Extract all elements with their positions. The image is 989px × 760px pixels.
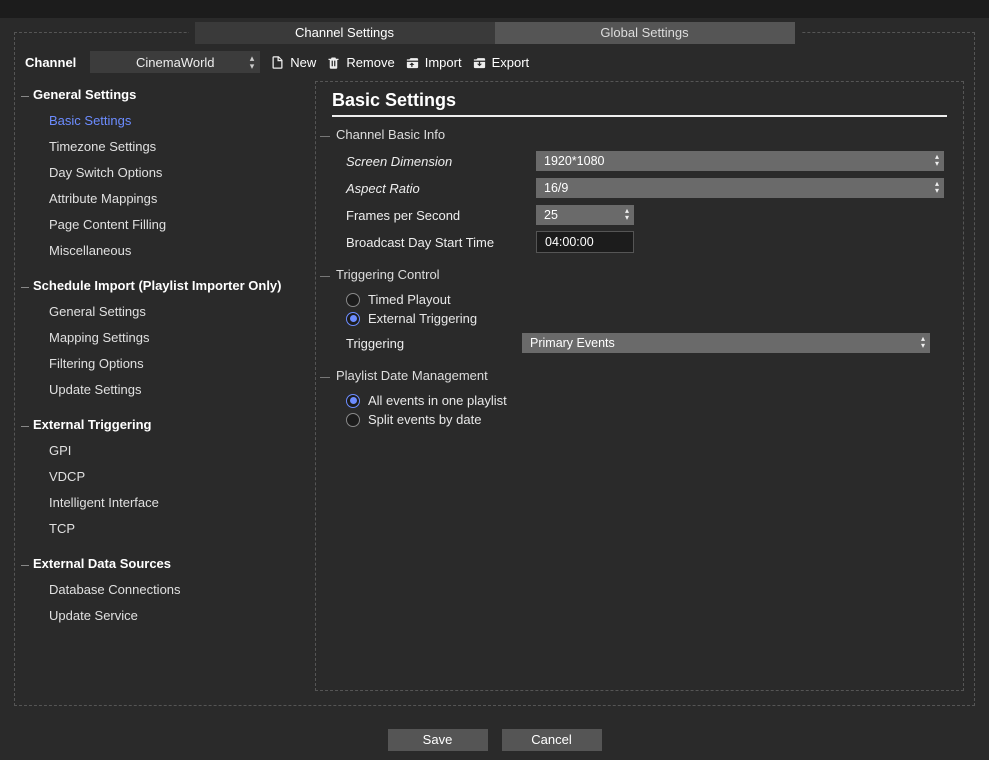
sidebar-item-tcp[interactable]: TCP [27, 516, 303, 542]
select-screen-dimension-value: 1920*1080 [544, 154, 604, 168]
sidebar-item-si-filtering[interactable]: Filtering Options [27, 351, 303, 377]
import-button-label: Import [425, 55, 462, 70]
app-window: Channel Settings Global Settings Channel… [0, 0, 989, 760]
new-button-label: New [290, 55, 316, 70]
sidebar-item-si-general[interactable]: General Settings [27, 299, 303, 325]
sidebar-section-general: General Settings [27, 87, 303, 102]
chevron-updown-icon: ▴▾ [250, 54, 255, 70]
group-title-basic-info: Channel Basic Info [332, 127, 947, 142]
input-day-start-time[interactable]: 04:00:00 [536, 231, 634, 253]
radio-all-events-one-playlist[interactable]: All events in one playlist [332, 391, 947, 410]
select-triggering-value: Primary Events [530, 336, 615, 350]
sidebar-item-si-update[interactable]: Update Settings [27, 377, 303, 403]
radio-external-triggering[interactable]: External Triggering [332, 309, 947, 328]
chevron-updown-icon: ▴▾ [625, 207, 629, 221]
select-fps[interactable]: 25 ▴▾ [536, 205, 634, 225]
sidebar-item-vdcp[interactable]: VDCP [27, 464, 303, 490]
label-triggering: Triggering [346, 336, 522, 351]
select-aspect-ratio-value: 16/9 [544, 181, 568, 195]
sidebar-item-miscellaneous[interactable]: Miscellaneous [27, 238, 303, 264]
main-panel: Channel Settings Global Settings Channel… [14, 32, 975, 706]
sidebar-section-schedule-import: Schedule Import (Playlist Importer Only) [27, 278, 303, 293]
radio-icon [346, 413, 360, 427]
radio-label: Split events by date [368, 412, 481, 427]
export-button[interactable]: Export [472, 55, 530, 70]
tabs-row: Channel Settings Global Settings [15, 22, 974, 44]
radio-label: All events in one playlist [368, 393, 507, 408]
sidebar-item-timezone-settings[interactable]: Timezone Settings [27, 134, 303, 160]
sidebar-item-intelligent-interface[interactable]: Intelligent Interface [27, 490, 303, 516]
chevron-updown-icon: ▴▾ [921, 335, 925, 349]
sidebar-item-page-content-filling[interactable]: Page Content Filling [27, 212, 303, 238]
sidebar-item-attribute-mappings[interactable]: Attribute Mappings [27, 186, 303, 212]
import-button[interactable]: Import [405, 55, 462, 70]
label-day-start: Broadcast Day Start Time [346, 235, 536, 250]
sidebar-item-db-connections[interactable]: Database Connections [27, 577, 303, 603]
label-aspect-ratio: Aspect Ratio [346, 181, 536, 196]
select-screen-dimension[interactable]: 1920*1080 ▴▾ [536, 151, 944, 171]
remove-button-label: Remove [346, 55, 394, 70]
body-split: General Settings Basic Settings Timezone… [15, 81, 974, 701]
chevron-updown-icon: ▴▾ [935, 180, 939, 194]
input-day-start-value: 04:00:00 [545, 235, 594, 249]
select-fps-value: 25 [544, 208, 558, 222]
sidebar-item-update-service[interactable]: Update Service [27, 603, 303, 629]
radio-split-events-by-date[interactable]: Split events by date [332, 410, 947, 429]
export-icon [472, 55, 487, 70]
label-screen-dimension: Screen Dimension [346, 154, 536, 169]
radio-timed-playout[interactable]: Timed Playout [332, 290, 947, 309]
remove-button[interactable]: Remove [326, 55, 394, 70]
sidebar-section-ext-data: External Data Sources [27, 556, 303, 571]
main-area: Channel Settings Global Settings Channel… [0, 18, 989, 720]
sidebar-section-ext-trig: External Triggering [27, 417, 303, 432]
cancel-button[interactable]: Cancel [502, 729, 602, 751]
sidebar-item-si-mapping[interactable]: Mapping Settings [27, 325, 303, 351]
tab-channel-settings[interactable]: Channel Settings [195, 22, 495, 44]
new-file-icon [270, 55, 285, 70]
channel-label: Channel [25, 55, 76, 70]
group-basic-info: Channel Basic Info Screen Dimension 1920… [332, 127, 947, 253]
group-title-triggering: Triggering Control [332, 267, 947, 282]
new-button[interactable]: New [270, 55, 316, 70]
radio-label: External Triggering [368, 311, 477, 326]
import-icon [405, 55, 420, 70]
radio-icon [346, 293, 360, 307]
tab-global-settings[interactable]: Global Settings [495, 22, 795, 44]
label-fps: Frames per Second [346, 208, 536, 223]
radio-icon [346, 312, 360, 326]
content: Basic Settings Channel Basic Info Screen… [315, 81, 974, 701]
channel-select[interactable]: CinemaWorld ▴▾ [90, 51, 260, 73]
group-playlist-date: Playlist Date Management All events in o… [332, 368, 947, 429]
group-triggering-control: Triggering Control Timed Playout Externa… [332, 267, 947, 354]
sidebar: General Settings Basic Settings Timezone… [15, 81, 315, 701]
sidebar-item-basic-settings[interactable]: Basic Settings [27, 108, 303, 134]
sidebar-item-day-switch-options[interactable]: Day Switch Options [27, 160, 303, 186]
group-title-playlist: Playlist Date Management [332, 368, 947, 383]
page-title: Basic Settings [332, 90, 947, 117]
title-bar [0, 0, 989, 18]
channel-select-value: CinemaWorld [136, 55, 215, 70]
sidebar-item-gpi[interactable]: GPI [27, 438, 303, 464]
chevron-updown-icon: ▴▾ [935, 153, 939, 167]
save-button[interactable]: Save [388, 729, 488, 751]
trash-icon [326, 55, 341, 70]
radio-icon [346, 394, 360, 408]
footer: Save Cancel [0, 720, 989, 760]
export-button-label: Export [492, 55, 530, 70]
select-triggering[interactable]: Primary Events ▴▾ [522, 333, 930, 353]
select-aspect-ratio[interactable]: 16/9 ▴▾ [536, 178, 944, 198]
radio-label: Timed Playout [368, 292, 451, 307]
content-panel: Basic Settings Channel Basic Info Screen… [315, 81, 964, 691]
